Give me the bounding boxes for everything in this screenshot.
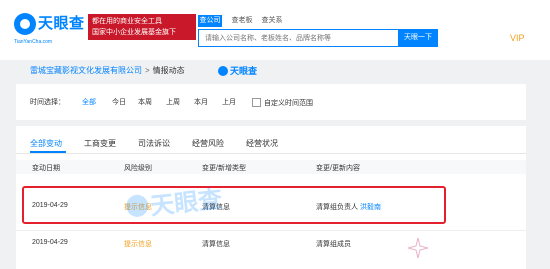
row-date: 2019-04-29	[32, 239, 68, 246]
search-tab-company[interactable]: 查公司	[198, 15, 222, 27]
top-header: 天眼查 TianYanCha.com 都在用的商业安全工具 国家中小企业发展基金…	[0, 0, 550, 60]
breadcrumb-current: 情报动态	[152, 66, 185, 75]
time-filter-label: 时间选择：	[30, 99, 65, 106]
tab-business-changes[interactable]: 工商变更	[84, 138, 116, 149]
eye-logo-icon	[14, 13, 36, 35]
row-change-type: 清算信息	[202, 241, 230, 248]
search-input[interactable]	[199, 30, 399, 46]
tab-operating-risk[interactable]: 经营风险	[192, 138, 224, 149]
eye-logo-icon	[218, 66, 228, 76]
time-option-today[interactable]: 今日	[112, 97, 126, 107]
custom-range-toggle[interactable]: 自定义时间范围	[252, 94, 313, 108]
tab-all-changes[interactable]: 全部变动	[30, 138, 62, 149]
custom-range-checkbox[interactable]	[252, 98, 261, 108]
sparkle-icon	[407, 237, 429, 259]
search-tab-relation[interactable]: 查关系	[260, 15, 284, 27]
change-list-panel: 全部变动 工商变更 司法诉讼 经营风险 经营状况 变动日期 风险级别 变更/新增…	[16, 126, 526, 269]
logo-subtext: TianYanCha.com	[14, 39, 53, 45]
table-row: 2019-04-29 提示信息 清算信息 清算组成员	[16, 235, 526, 253]
row-risk-level: 提示信息	[124, 241, 152, 248]
time-option-this-month[interactable]: 本月	[194, 97, 208, 107]
column-header-risk: 风险级别	[124, 165, 152, 172]
breadcrumb-logo-text: 天眼查	[230, 66, 258, 76]
column-header-type: 变更/新增类型	[202, 165, 246, 172]
search-tab-boss[interactable]: 查老板	[230, 15, 254, 27]
tabs-divider	[16, 153, 526, 154]
vip-link[interactable]: VIP	[510, 33, 525, 43]
site-logo[interactable]: 天眼查 TianYanCha.com	[14, 10, 84, 48]
breadcrumb: 雷城宝藏影视文化发展有限公司 > 情报动态 天眼查	[30, 64, 257, 78]
column-header-content: 变更/更新内容	[316, 165, 360, 172]
tab-operating-status[interactable]: 经营状况	[246, 138, 278, 149]
table-header-row: 变动日期 风险级别 变更/新增类型 变更/更新内容	[16, 160, 526, 174]
search-button[interactable]: 天眼一下	[398, 29, 438, 47]
time-option-this-week[interactable]: 本周	[138, 97, 152, 107]
column-header-date: 变动日期	[32, 165, 60, 172]
search-box: 天眼一下	[198, 29, 438, 47]
tab-litigation[interactable]: 司法诉讼	[138, 138, 170, 149]
time-option-last-week[interactable]: 上周	[166, 97, 180, 107]
time-option-last-month[interactable]: 上月	[222, 97, 236, 107]
breadcrumb-separator: >	[145, 66, 150, 75]
slogan-banner: 都在用的商业安全工具 国家中小企业发展基金旗下	[88, 14, 196, 40]
slogan-line-2: 国家中小企业发展基金旗下	[92, 29, 176, 36]
custom-range-label: 自定义时间范围	[264, 99, 313, 107]
breadcrumb-company-link[interactable]: 雷城宝藏影视文化发展有限公司	[30, 66, 142, 75]
highlight-annotation-box	[22, 186, 446, 224]
time-option-all[interactable]: 全部	[82, 97, 96, 107]
row-change-content: 清算组成员	[316, 241, 351, 248]
logo-text: 天眼查	[38, 15, 85, 32]
time-filter-panel: 时间选择： 全部 今日 本周 上周 本月 上月 自定义时间范围	[16, 84, 526, 120]
row-divider	[16, 230, 526, 231]
slogan-line-1: 都在用的商业安全工具	[92, 18, 162, 25]
breadcrumb-logo: 天眼查	[218, 64, 257, 78]
